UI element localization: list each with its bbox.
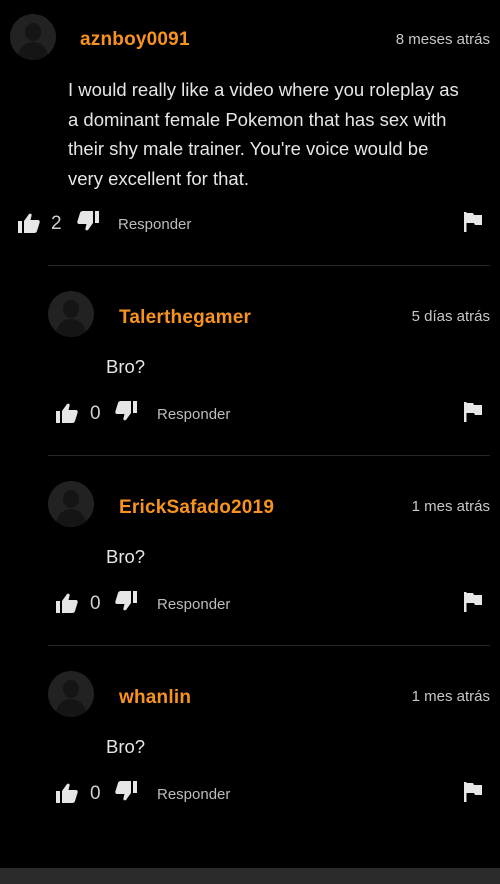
comment-timestamp: 1 mes atrás	[411, 688, 490, 705]
thumbs-up-icon[interactable]	[56, 593, 78, 613]
comment-text-line: Bro?	[106, 546, 146, 567]
avatar[interactable]	[48, 671, 94, 717]
bottom-bar[interactable]	[0, 868, 500, 884]
comment-text: Bro?	[106, 352, 145, 382]
comment-item: aznboy0091 8 meses atrás I would really …	[0, 0, 500, 260]
comment-text-line: I would really like a video where you ro…	[68, 79, 459, 100]
comment-timestamp: 5 días atrás	[411, 308, 490, 325]
avatar[interactable]	[48, 291, 94, 337]
like-count: 2	[51, 213, 62, 234]
reply-button[interactable]: Responder	[157, 596, 230, 613]
reply-button[interactable]: Responder	[157, 786, 230, 803]
thumbs-up-icon[interactable]	[18, 213, 40, 233]
comment-text-line: very excellent for that.	[68, 167, 249, 189]
comment-username[interactable]: Talerthegamer	[119, 307, 251, 329]
like-count: 0	[90, 783, 101, 804]
comment-timestamp: 1 mes atrás	[411, 498, 490, 515]
comment-text-line: Bro?	[106, 736, 146, 757]
comment-username[interactable]: aznboy0091	[80, 29, 190, 51]
comment-username[interactable]: whanlin	[119, 687, 191, 709]
reply-button[interactable]: Responder	[157, 406, 230, 423]
flag-icon[interactable]	[464, 782, 482, 802]
reply-button[interactable]: Responder	[118, 216, 191, 233]
comment-actions: 0 Responder	[0, 398, 500, 428]
thumbs-up-icon[interactable]	[56, 403, 78, 423]
reply-item: whanlin 1 mes atrás Bro? 0 Responder	[0, 646, 500, 836]
thumbs-down-icon[interactable]	[115, 591, 137, 611]
thumbs-down-icon[interactable]	[77, 211, 99, 231]
comment-text: Bro?	[106, 542, 145, 572]
flag-icon[interactable]	[464, 212, 482, 232]
like-count: 0	[90, 593, 101, 614]
comment-actions: 2 Responder	[0, 208, 500, 238]
comment-text-line: Bro?	[106, 356, 146, 377]
like-count: 0	[90, 403, 101, 424]
comment-actions: 0 Responder	[0, 588, 500, 618]
avatar[interactable]	[10, 14, 56, 60]
thumbs-down-icon[interactable]	[115, 781, 137, 801]
flag-icon[interactable]	[464, 592, 482, 612]
comment-username[interactable]: ErickSafado2019	[119, 497, 274, 519]
reply-item: Talerthegamer 5 días atrás Bro? 0 Respon…	[0, 266, 500, 456]
flag-icon[interactable]	[464, 402, 482, 422]
thumbs-down-icon[interactable]	[115, 401, 137, 421]
reply-item: ErickSafado2019 1 mes atrás Bro? 0 Respo…	[0, 456, 500, 646]
avatar[interactable]	[48, 481, 94, 527]
comment-actions: 0 Responder	[0, 778, 500, 808]
comment-text-line: a dominant female Pokemon that has sex w…	[68, 108, 447, 130]
comment-text: I would really like a video where you ro…	[68, 75, 498, 193]
thumbs-up-icon[interactable]	[56, 783, 78, 803]
comment-timestamp: 8 meses atrás	[395, 31, 490, 48]
comment-text-line: their shy male trainer. You're voice wou…	[68, 138, 429, 159]
comment-text: Bro?	[106, 732, 145, 762]
